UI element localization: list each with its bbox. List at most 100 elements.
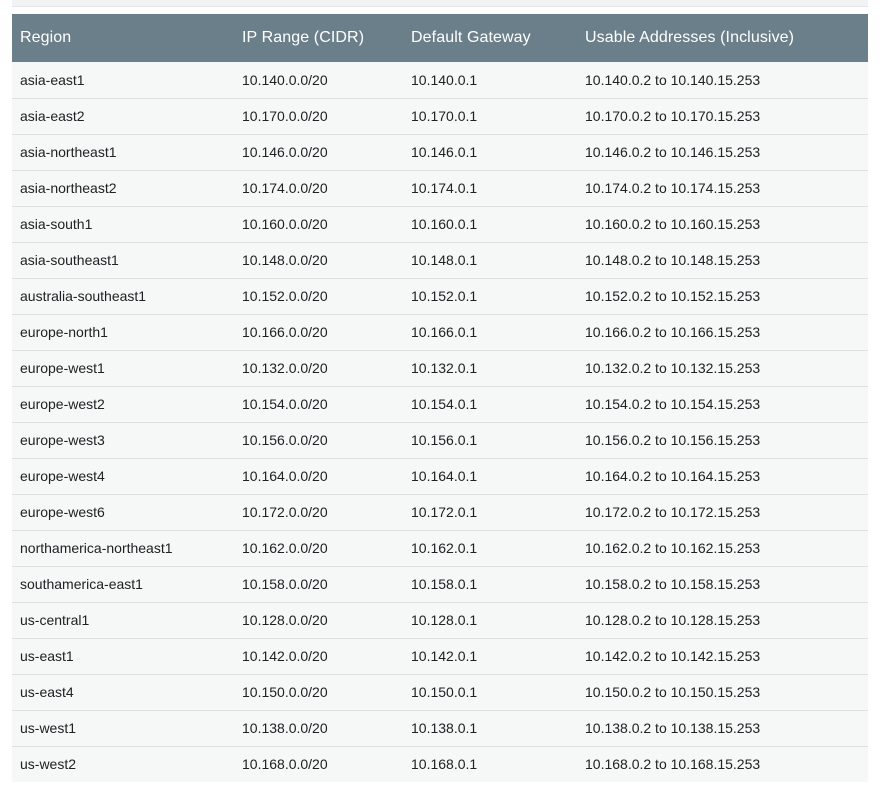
table-row: us-west1 10.138.0.0/20 10.138.0.1 10.138.0.… [12, 710, 868, 746]
cell-ip-range: 10.128.0.0/20 [242, 612, 328, 628]
cell-region: europe-west2 [20, 396, 105, 412]
table-row: asia-northeast1 10.146.0.0/20 10.146.0.1 10… [12, 134, 868, 170]
column-header-region: Region [20, 29, 72, 46]
cell-ip-range: 10.164.0.0/20 [242, 468, 328, 484]
cell-default-gateway: 10.132.0.1 [411, 360, 478, 376]
table-row: us-east4 10.150.0.0/20 10.150.0.1 10.150.0.… [12, 674, 868, 710]
cell-region: us-west2 [20, 756, 77, 773]
cell-ip-range: 10.150.0.0/20 [242, 684, 328, 700]
cell-region: us-east4 [20, 684, 74, 700]
cell-region: europe-west6 [20, 504, 105, 520]
cell-usable-addresses: 10.160.0.2 to 10.160.15.253 [585, 216, 761, 232]
cell-region: asia-northeast1 [20, 144, 117, 160]
cell-region: europe-north1 [20, 324, 108, 340]
cell-default-gateway: 10.162.0.1 [411, 540, 478, 556]
cell-ip-range: 10.142.0.0/20 [242, 648, 328, 664]
cell-usable-addresses: 10.158.0.2 to 10.158.15.253 [585, 576, 761, 592]
cell-ip-range: 10.168.0.0/20 [242, 756, 328, 773]
table-row: australia-southeast1 10.152.0.0/20 10.152.… [12, 278, 868, 314]
cell-usable-addresses: 10.174.0.2 to 10.174.15.253 [585, 180, 761, 196]
cell-default-gateway: 10.146.0.1 [411, 144, 478, 160]
cell-default-gateway: 10.170.0.1 [411, 108, 478, 124]
cell-region: europe-west1 [20, 360, 105, 376]
column-header-usable-addresses: Usable Addresses (Inclusive) [585, 29, 795, 46]
cell-default-gateway: 10.168.0.1 [411, 756, 478, 773]
cell-ip-range: 10.160.0.0/20 [242, 216, 328, 232]
cell-default-gateway: 10.138.0.1 [411, 720, 478, 736]
cell-default-gateway: 10.128.0.1 [411, 612, 478, 628]
cell-region: europe-west4 [20, 468, 105, 484]
table-header: Region IP Range (CIDR) Default Gateway U… [12, 14, 868, 62]
cell-usable-addresses: 10.152.0.2 to 10.152.15.253 [585, 288, 761, 304]
cell-ip-range: 10.154.0.0/20 [242, 396, 328, 412]
cell-ip-range: 10.172.0.0/20 [242, 504, 328, 520]
cell-ip-range: 10.138.0.0/20 [242, 720, 328, 736]
cell-ip-range: 10.158.0.0/20 [242, 576, 328, 592]
table-row: europe-west1 10.132.0.0/20 10.132.0.1 10.13… [12, 350, 868, 386]
cell-usable-addresses: 10.166.0.2 to 10.166.15.253 [585, 324, 761, 340]
column-header-default-gateway: Default Gateway [411, 29, 531, 46]
table-row: europe-west4 10.164.0.0/20 10.164.0.1 10.16… [12, 458, 868, 494]
cell-ip-range: 10.170.0.0/20 [242, 108, 328, 124]
header-row: Region IP Range (CIDR) Default Gateway U… [12, 14, 868, 62]
subnet-table-container: Region IP Range (CIDR) Default Gateway U… [12, 14, 868, 782]
cell-ip-range: 10.174.0.0/20 [242, 180, 328, 196]
cell-usable-addresses: 10.150.0.2 to 10.150.15.253 [585, 684, 761, 700]
table-row: europe-west3 10.156.0.0/20 10.156.0.1 10.15… [12, 422, 868, 458]
cell-default-gateway: 10.140.0.1 [411, 71, 478, 88]
cell-default-gateway: 10.152.0.1 [411, 288, 478, 304]
cell-usable-addresses: 10.156.0.2 to 10.156.15.253 [585, 432, 761, 448]
table-row: northamerica-northeast1 10.162.0.0/20 10.1… [12, 530, 868, 566]
table-row: asia-northeast2 10.174.0.0/20 10.174.0.1 10… [12, 170, 868, 206]
cell-usable-addresses: 10.140.0.2 to 10.140.15.253 [585, 71, 761, 88]
cell-region: southamerica-east1 [20, 576, 143, 592]
cell-ip-range: 10.152.0.0/20 [242, 288, 328, 304]
cell-default-gateway: 10.174.0.1 [411, 180, 478, 196]
table-row: asia-east1 10.140.0.0/20 10.140.0.1 10.140.… [12, 62, 868, 98]
cell-ip-range: 10.166.0.0/20 [242, 324, 328, 340]
cell-region: europe-west3 [20, 432, 105, 448]
table-row: asia-east2 10.170.0.0/20 10.170.0.1 10.170.… [12, 98, 868, 134]
cell-region: us-west1 [20, 720, 77, 736]
cell-default-gateway: 10.148.0.1 [411, 252, 478, 268]
table-body: asia-east1 10.140.0.0/20 10.140.0.1 10.140.… [12, 62, 868, 782]
cell-ip-range: 10.132.0.0/20 [242, 360, 328, 376]
table-row: us-central1 10.128.0.0/20 10.128.0.1 10.128… [12, 602, 868, 638]
cell-region: us-central1 [20, 612, 90, 628]
table-row: europe-north1 10.166.0.0/20 10.166.0.1 10.1… [12, 314, 868, 350]
cell-default-gateway: 10.158.0.1 [411, 576, 478, 592]
cell-usable-addresses: 10.164.0.2 to 10.164.15.253 [585, 468, 761, 484]
cell-default-gateway: 10.164.0.1 [411, 468, 478, 484]
cell-usable-addresses: 10.168.0.2 to 10.168.15.253 [585, 756, 761, 773]
top-divider [12, 0, 868, 7]
table-row: us-east1 10.142.0.0/20 10.142.0.1 10.142.0.… [12, 638, 868, 674]
cell-ip-range: 10.162.0.0/20 [242, 540, 328, 556]
table-row: us-west2 10.168.0.0/20 10.168.0.1 10.168.0.… [12, 746, 868, 782]
table-row: southamerica-east1 10.158.0.0/20 10.158.0.… [12, 566, 868, 602]
cell-region: northamerica-northeast1 [20, 540, 173, 556]
cell-region: australia-southeast1 [20, 288, 147, 304]
cell-default-gateway: 10.156.0.1 [411, 432, 478, 448]
cell-ip-range: 10.146.0.0/20 [242, 144, 328, 160]
cell-usable-addresses: 10.132.0.2 to 10.132.15.253 [585, 360, 761, 376]
cell-usable-addresses: 10.172.0.2 to 10.172.15.253 [585, 504, 761, 520]
cell-usable-addresses: 10.146.0.2 to 10.146.15.253 [585, 144, 761, 160]
cell-region: us-east1 [20, 648, 74, 664]
cell-usable-addresses: 10.154.0.2 to 10.154.15.253 [585, 396, 761, 412]
cell-usable-addresses: 10.138.0.2 to 10.138.15.253 [585, 720, 761, 736]
column-header-ip-range: IP Range (CIDR) [242, 29, 365, 46]
subnet-table: Region IP Range (CIDR) Default Gateway U… [12, 14, 868, 782]
cell-default-gateway: 10.172.0.1 [411, 504, 478, 520]
cell-ip-range: 10.140.0.0/20 [242, 71, 328, 88]
cell-default-gateway: 10.160.0.1 [411, 216, 478, 232]
cell-default-gateway: 10.150.0.1 [411, 684, 478, 700]
cell-ip-range: 10.148.0.0/20 [242, 252, 328, 268]
cell-usable-addresses: 10.142.0.2 to 10.142.15.253 [585, 648, 761, 664]
cell-region: asia-east1 [20, 71, 85, 88]
cell-region: asia-south1 [20, 216, 93, 232]
cell-region: asia-northeast2 [20, 180, 117, 196]
cell-region: asia-east2 [20, 108, 85, 124]
table-row: asia-southeast1 10.148.0.0/20 10.148.0.1 10… [12, 242, 868, 278]
cell-default-gateway: 10.142.0.1 [411, 648, 478, 664]
cell-usable-addresses: 10.162.0.2 to 10.162.15.253 [585, 540, 761, 556]
